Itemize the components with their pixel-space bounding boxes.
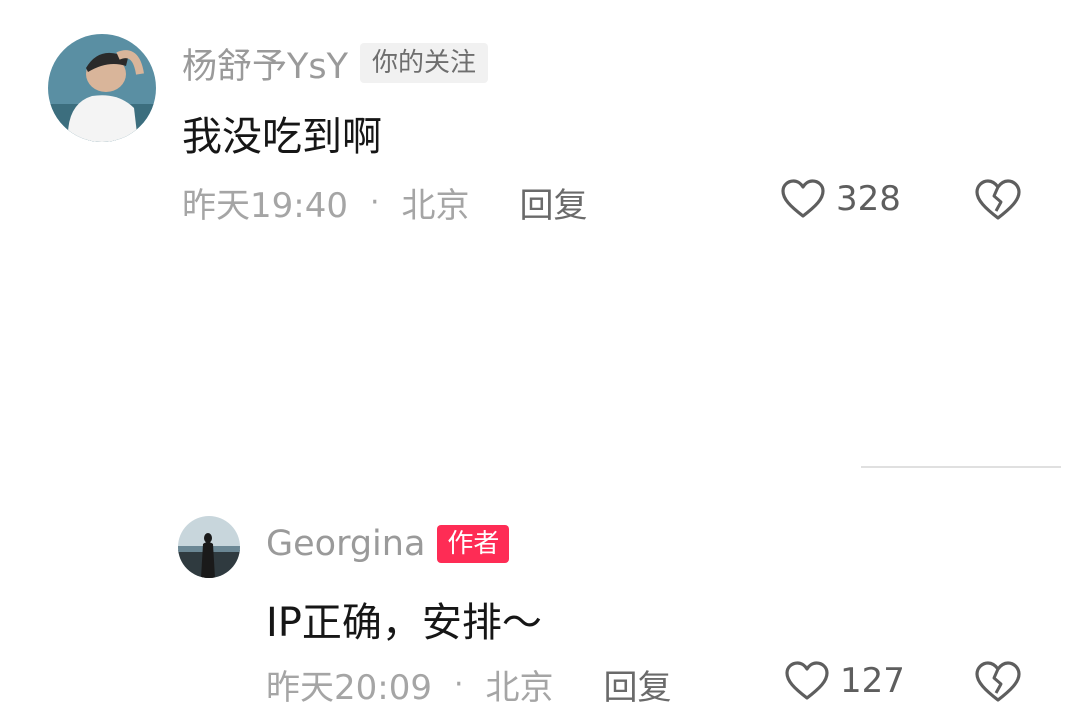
username[interactable]: Georgina [266,524,425,564]
comment-text: 我没吃到啊 [182,114,382,160]
broken-heart-icon [975,661,1021,702]
heart-outline-icon [781,179,825,218]
reply-time: 昨天20:09 [266,667,432,708]
comment-time: 昨天19:40 [182,185,348,226]
reply-button[interactable]: 回复 [520,178,588,227]
author-avatar[interactable] [178,516,240,578]
comment-location: 北京 [401,185,470,226]
author-badge: 作者 [437,525,510,563]
heart-outline-icon [785,661,829,700]
meta-separator: · [369,184,380,220]
dislike-button[interactable] [974,178,1022,226]
reply-meta: 昨天20:09 · 北京 回复 [266,660,672,709]
commenter-avatar[interactable] [48,34,156,142]
like-count: 127 [840,661,905,701]
like-button[interactable]: 328 [780,178,901,220]
broken-heart-icon [975,179,1021,220]
avatar-image [178,516,240,578]
meta-separator: · [453,666,464,702]
comment-header: 杨舒予YsY 你的关注 [182,38,489,89]
like-button[interactable]: 127 [784,660,905,702]
comment-meta: 昨天19:40 · 北京 回复 [182,178,588,227]
reply-location: 北京 [485,667,554,708]
reply-text: IP正确，安排～ [266,600,542,646]
dislike-button[interactable] [974,660,1022,708]
reply-button[interactable]: 回复 [604,660,672,709]
following-badge: 你的关注 [360,43,489,83]
avatar-image [48,34,156,142]
comment-item: 杨舒予YsY 你的关注 我没吃到啊 昨天19:40 · 北京 回复 328 [0,0,1079,250]
username[interactable]: 杨舒予YsY [182,38,348,89]
like-count: 328 [836,179,901,219]
reply-header: Georgina 作者 [266,523,510,565]
watermark [861,446,1061,468]
